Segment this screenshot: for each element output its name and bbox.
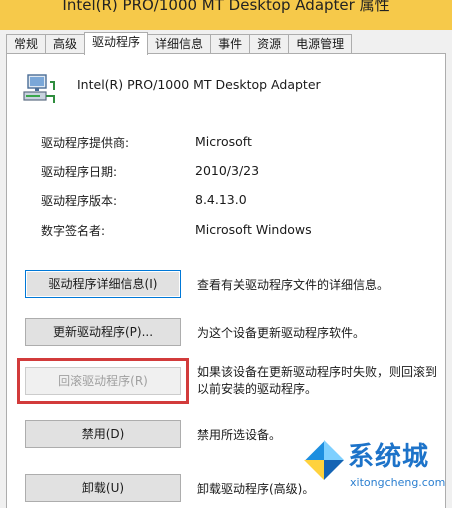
driver-provider-value: Microsoft (195, 134, 252, 149)
tab-details[interactable]: 详细信息 (148, 34, 212, 54)
uninstall-driver-button[interactable]: 卸载(U) (25, 474, 181, 502)
network-adapter-icon (23, 74, 55, 103)
window-title: Intel(R) PRO/1000 MT Desktop Adapter 属性 (62, 0, 390, 14)
roll-back-driver-button[interactable]: 回滚驱动程序(R) (25, 367, 181, 395)
disable-device-button[interactable]: 禁用(D) (25, 420, 181, 448)
digital-signer-label: 数字签名者: (41, 224, 106, 238)
roll-back-description-line-2: 以前安装的驱动程序。 (197, 382, 318, 396)
driver-version-row: 驱动程序版本: 8.4.13.0 (41, 192, 441, 212)
watermark-text: 系统城 (348, 442, 430, 472)
tab-advanced[interactable]: 高级 (46, 34, 86, 54)
watermark: 系统城 xitongcheng.com (296, 430, 452, 508)
tab-strip: 常规 高级 驱动程序 详细信息 事件 资源 电源管理 (6, 32, 353, 55)
driver-details-button[interactable]: 驱动程序详细信息(I) (25, 270, 181, 298)
driver-date-row: 驱动程序日期: 2010/3/23 (41, 163, 441, 183)
title-bar[interactable]: Intel(R) PRO/1000 MT Desktop Adapter 属性 (0, 0, 452, 30)
tab-events[interactable]: 事件 (211, 34, 251, 54)
tab-resources[interactable]: 资源 (250, 34, 290, 54)
driver-details-description: 查看有关驱动程序文件的详细信息。 (197, 277, 389, 294)
tab-power-management[interactable]: 电源管理 (289, 34, 353, 54)
driver-date-label: 驱动程序日期: (41, 165, 118, 179)
digital-signer-value: Microsoft Windows (195, 222, 312, 237)
driver-provider-label: 驱动程序提供商: (41, 136, 130, 150)
roll-back-description-line-1: 如果该设备在更新驱动程序时失败，则回滚到 (197, 365, 438, 379)
watermark-url: xitongcheng.com (350, 476, 446, 489)
update-driver-description-line: 为这个设备更新驱动程序软件。 (197, 326, 366, 340)
tab-driver[interactable]: 驱动程序 (84, 32, 149, 55)
disable-device-description-line: 禁用所选设备。 (197, 428, 282, 442)
tab-general[interactable]: 常规 (6, 34, 47, 54)
driver-version-value: 8.4.13.0 (195, 192, 247, 207)
update-driver-button[interactable]: 更新驱动程序(P)... (25, 318, 181, 346)
driver-details-description-line: 查看有关驱动程序文件的详细信息。 (197, 278, 390, 292)
device-name: Intel(R) PRO/1000 MT Desktop Adapter (77, 77, 321, 92)
roll-back-driver-description: 如果该设备在更新驱动程序时失败，则回滚到 以前安装的驱动程序。 (197, 364, 437, 398)
disable-device-description: 禁用所选设备。 (197, 427, 281, 444)
driver-date-value: 2010/3/23 (195, 163, 260, 178)
digital-signer-row: 数字签名者: Microsoft Windows (41, 222, 441, 242)
driver-provider-row: 驱动程序提供商: Microsoft (41, 134, 441, 154)
driver-version-label: 驱动程序版本: (41, 194, 118, 208)
update-driver-description: 为这个设备更新驱动程序软件。 (197, 325, 365, 342)
watermark-logo-icon (302, 438, 346, 482)
